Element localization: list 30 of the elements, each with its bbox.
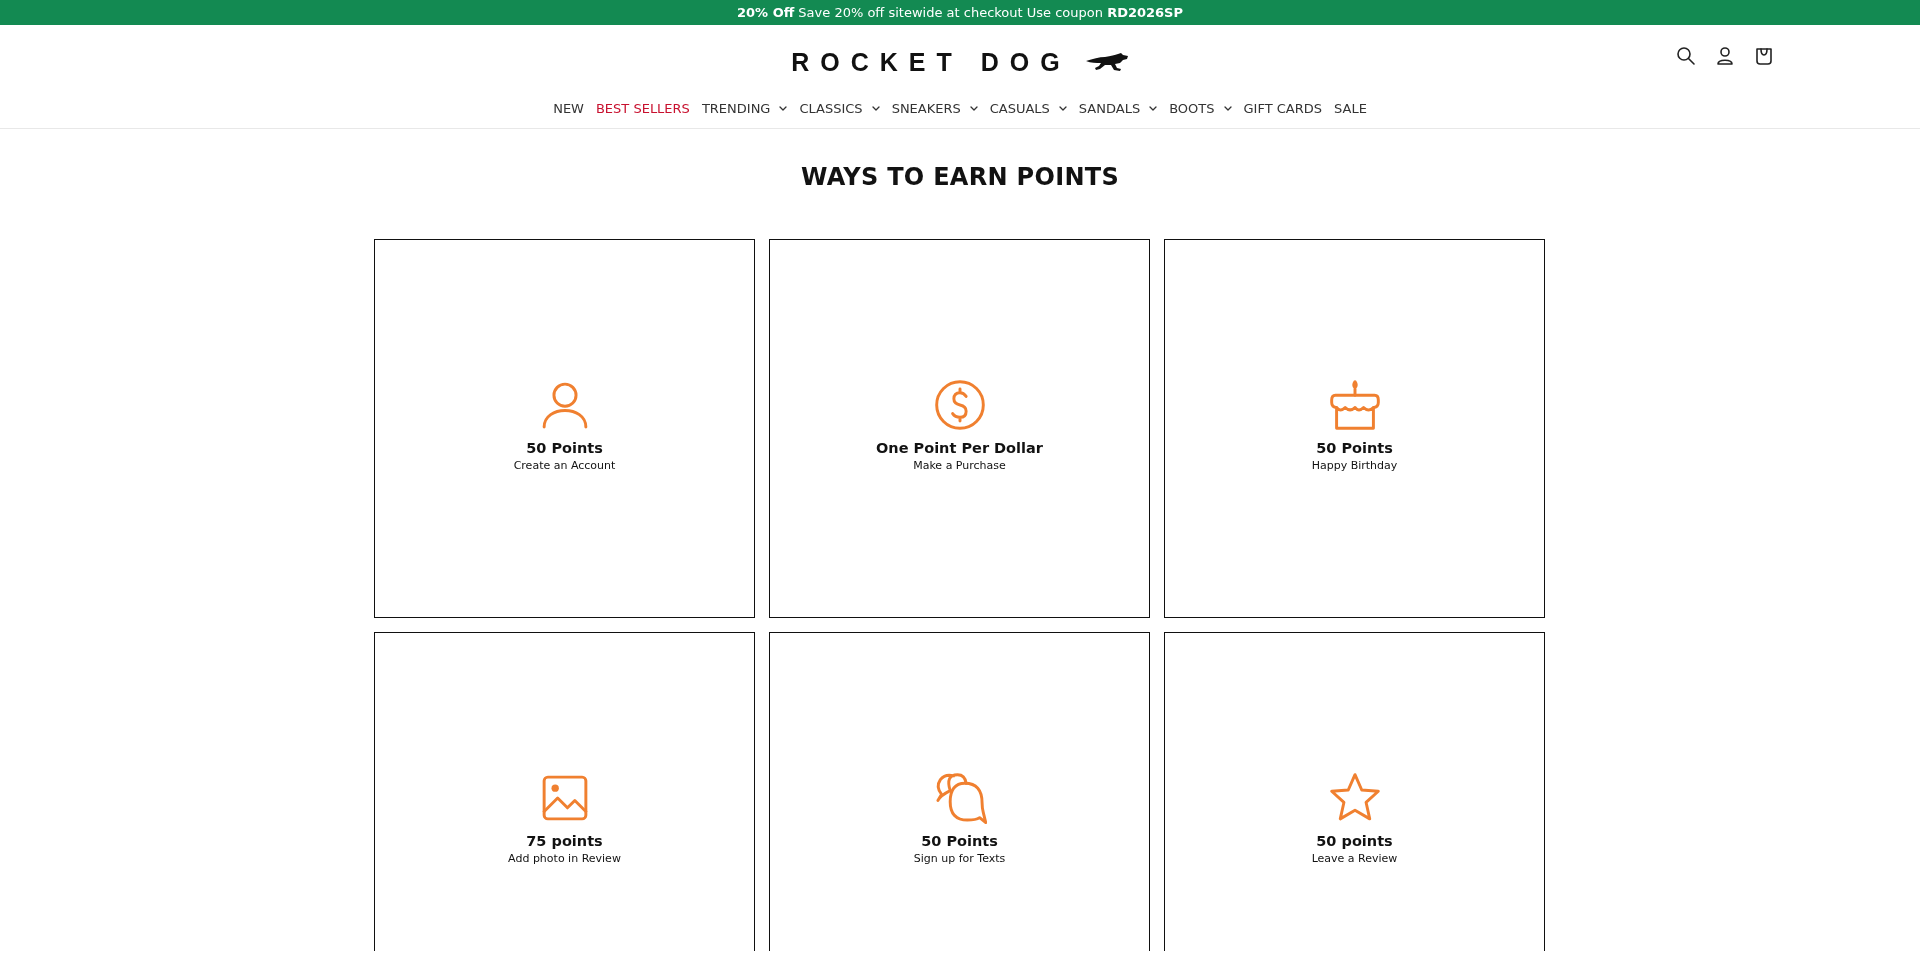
nav-link[interactable]: BOOTS — [1169, 99, 1232, 116]
dollar-icon — [932, 377, 987, 432]
card-subtitle: Make a Purchase — [913, 458, 1006, 472]
card-subtitle: Create an Account — [513, 458, 616, 472]
page-heading: WAYS TO EARN POINTS — [799, 163, 1121, 191]
nav-link[interactable]: CASUALS — [989, 99, 1067, 116]
card-title: 75 points — [526, 832, 603, 849]
card-subtitle: Sign up for Texts — [913, 851, 1006, 865]
nav-link[interactable]: SANDALS — [1078, 99, 1158, 116]
card-title: 50 Points — [1316, 439, 1393, 456]
cart-icon[interactable] — [1753, 45, 1775, 67]
nav-link[interactable]: GIFT CARDS — [1243, 99, 1322, 116]
announcement-text: 20% Off Save 20% off sitewide at checkout Use coupon RD2026SP — [737, 5, 1183, 20]
nav-link[interactable]: SNEAKERS — [891, 99, 978, 116]
card-subtitle: Leave a Review — [1311, 851, 1398, 865]
card-title: 50 Points — [526, 439, 603, 456]
nav-link[interactable]: CLASSICS — [799, 99, 880, 116]
card-title: One Point Per Dollar — [876, 439, 1043, 456]
birthday-cake-icon — [1327, 377, 1382, 432]
logo[interactable]: ROCKET DOG — [791, 47, 1129, 77]
nav-link[interactable]: TRENDING — [701, 99, 788, 116]
nav-link[interactable]: BEST SELLERS — [595, 99, 690, 116]
search-icon[interactable] — [1675, 45, 1697, 67]
card-title: 50 points — [1316, 832, 1393, 849]
account-icon[interactable] — [1714, 45, 1736, 67]
nav-link[interactable]: SALE — [1334, 99, 1367, 116]
card-subtitle: Happy Birthday — [1311, 458, 1398, 472]
card-subtitle: Add photo in Review — [508, 851, 621, 865]
nav-link[interactable]: NEW — [553, 99, 584, 116]
card-title: 50 Points — [921, 832, 998, 849]
